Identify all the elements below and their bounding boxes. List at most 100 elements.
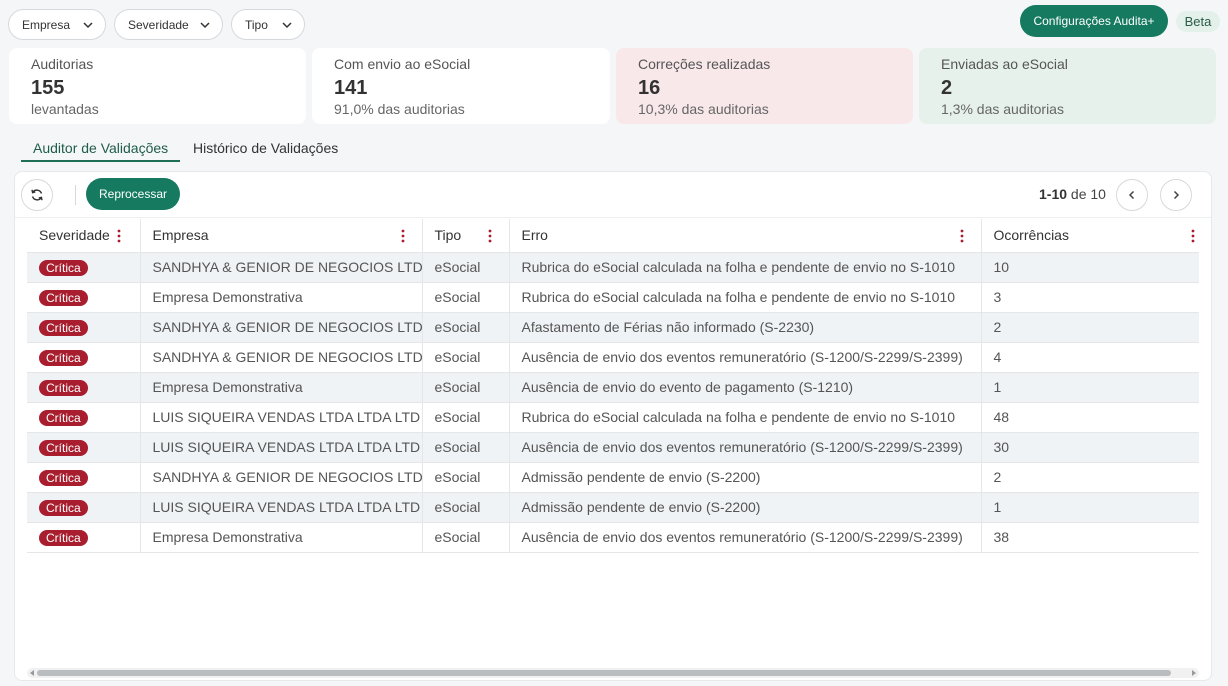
- cell-erro: Rubrica do eSocial calculada na folha e …: [509, 252, 982, 283]
- tab-historico-validacoes[interactable]: Histórico de Validações: [193, 140, 338, 162]
- table-row[interactable]: Crítica LUIS SIQUEIRA VENDAS LTDA LTDA LT…: [27, 432, 1199, 463]
- cell-tipo: eSocial: [422, 372, 510, 403]
- cell-ocorrencias: 2: [981, 312, 1199, 343]
- cell-tipo: eSocial: [422, 282, 510, 313]
- column-menu-icon[interactable]: [960, 229, 964, 243]
- page-range: 1-10: [1039, 186, 1068, 202]
- header-label: Ocorrências: [993, 227, 1069, 244]
- filter-tipo[interactable]: Tipo: [231, 9, 305, 40]
- column-menu-icon[interactable]: [117, 229, 121, 243]
- table-row[interactable]: Crítica Empresa Demonstrativa eSocial Ausên…: [27, 372, 1199, 403]
- beta-badge: Beta: [1176, 11, 1220, 32]
- severity-badge: Crítica: [39, 409, 88, 426]
- validations-table: Severidade Empresa Tipo Erro Ocorrências…: [27, 219, 1199, 553]
- cell-ocorrencias: 1: [981, 492, 1199, 523]
- card-sub: levantadas: [31, 101, 99, 117]
- cell-empresa: SANDHYA & GENIOR DE NEGOCIOS LTDA: [140, 312, 423, 343]
- refresh-button[interactable]: [21, 179, 53, 211]
- table-toolbar: Reprocessar 1-10 de 10: [15, 172, 1211, 218]
- severity-badge: Crítica: [39, 469, 88, 486]
- cell-erro: Ausência de envio dos eventos remunerató…: [509, 342, 982, 373]
- table-row[interactable]: Crítica SANDHYA & GENIOR DE NEGOCIOS LTDA…: [27, 342, 1199, 373]
- validations-panel: Reprocessar 1-10 de 10 Severidade Empres…: [14, 171, 1212, 681]
- prev-page-button[interactable]: [1116, 179, 1148, 211]
- column-menu-icon[interactable]: [1191, 229, 1195, 243]
- cell-empresa: SANDHYA & GENIOR DE NEGOCIOS LTDA: [140, 252, 423, 283]
- card-label: Com envio ao eSocial: [334, 56, 471, 72]
- cell-severidade: Crítica: [27, 342, 141, 373]
- severity-badge: Crítica: [39, 529, 88, 546]
- cell-tipo: eSocial: [422, 342, 510, 373]
- reprocess-button[interactable]: Reprocessar: [86, 178, 180, 210]
- card-correcoes: Correções realizadas 16 10,3% das audito…: [616, 48, 913, 124]
- table-row[interactable]: Crítica SANDHYA & GENIOR DE NEGOCIOS LTDA…: [27, 312, 1199, 343]
- card-sub: 1,3% das auditorias: [941, 101, 1064, 117]
- cell-empresa: Empresa Demonstrativa: [140, 522, 423, 553]
- chevron-left-icon: [1128, 190, 1135, 200]
- pagination-info: 1-10 de 10: [1039, 186, 1106, 202]
- header-label: Severidade: [39, 227, 110, 244]
- cell-ocorrencias: 1: [981, 372, 1199, 403]
- card-label: Correções realizadas: [638, 56, 771, 72]
- severity-badge: Crítica: [39, 379, 88, 396]
- card-sub: 10,3% das auditorias: [638, 101, 769, 117]
- chevron-down-icon: [83, 22, 93, 29]
- filter-severidade[interactable]: Severidade: [114, 9, 223, 40]
- chevron-right-icon: [1173, 190, 1180, 200]
- refresh-icon: [31, 189, 43, 201]
- top-bar: Empresa Severidade Tipo Configurações Au…: [8, 5, 1220, 41]
- cell-severidade: Crítica: [27, 402, 141, 433]
- cell-empresa: LUIS SIQUEIRA VENDAS LTDA LTDA LTD: [140, 432, 423, 463]
- horizontal-scrollbar[interactable]: [27, 668, 1199, 678]
- table-row[interactable]: Crítica Empresa Demonstrativa eSocial Ausên…: [27, 522, 1199, 553]
- column-menu-icon[interactable]: [401, 229, 405, 243]
- cell-tipo: eSocial: [422, 312, 510, 343]
- filter-empresa-label: Empresa: [22, 17, 71, 32]
- cell-erro: Admissão pendente de envio (S-2200): [509, 492, 982, 523]
- filter-empresa[interactable]: Empresa: [8, 9, 106, 40]
- cell-erro: Ausência de envio dos eventos remunerató…: [509, 522, 982, 553]
- severity-badge: Crítica: [39, 499, 88, 516]
- config-audita-button[interactable]: Configurações Audita+: [1020, 5, 1168, 37]
- cell-empresa: LUIS SIQUEIRA VENDAS LTDA LTDA LTD: [140, 402, 423, 433]
- header-severidade[interactable]: Severidade: [27, 219, 141, 253]
- table-row[interactable]: Crítica SANDHYA & GENIOR DE NEGOCIOS LTDA…: [27, 462, 1199, 493]
- next-page-button[interactable]: [1160, 179, 1192, 211]
- severity-badge: Crítica: [39, 259, 88, 276]
- cell-erro: Ausência de envio dos eventos remunerató…: [509, 432, 982, 463]
- scroll-left-icon[interactable]: [29, 670, 35, 676]
- header-tipo[interactable]: Tipo: [422, 219, 510, 253]
- table-row[interactable]: Crítica LUIS SIQUEIRA VENDAS LTDA LTDA LT…: [27, 402, 1199, 433]
- cell-erro: Rubrica do eSocial calculada na folha e …: [509, 282, 982, 313]
- column-menu-icon[interactable]: [488, 229, 492, 243]
- severity-badge: Crítica: [39, 289, 88, 306]
- card-sub: 91,0% das auditorias: [334, 101, 465, 117]
- scroll-thumb[interactable]: [37, 670, 1171, 676]
- cell-empresa: SANDHYA & GENIOR DE NEGOCIOS LTDA: [140, 462, 423, 493]
- card-value: 16: [638, 77, 661, 99]
- cell-ocorrencias: 30: [981, 432, 1199, 463]
- cell-ocorrencias: 10: [981, 252, 1199, 283]
- card-enviadas: Enviadas ao eSocial 2 1,3% das auditoria…: [919, 48, 1216, 124]
- cell-tipo: eSocial: [422, 252, 510, 283]
- header-ocorrencias[interactable]: Ocorrências: [981, 219, 1199, 253]
- filter-severidade-label: Severidade: [128, 17, 189, 32]
- cell-ocorrencias: 3: [981, 282, 1199, 313]
- cell-ocorrencias: 38: [981, 522, 1199, 553]
- table-row[interactable]: Crítica SANDHYA & GENIOR DE NEGOCIOS LTDA…: [27, 252, 1199, 283]
- header-empresa[interactable]: Empresa: [140, 219, 423, 253]
- header-label: Tipo: [434, 227, 462, 244]
- severity-badge: Crítica: [39, 319, 88, 336]
- cell-erro: Admissão pendente de envio (S-2200): [509, 462, 982, 493]
- cell-erro: Ausência de envio do evento de pagamento…: [509, 372, 982, 403]
- chevron-down-icon: [200, 22, 210, 29]
- toolbar-divider: [75, 185, 76, 205]
- table-row[interactable]: Crítica LUIS SIQUEIRA VENDAS LTDA LTDA LT…: [27, 492, 1199, 523]
- cell-severidade: Crítica: [27, 252, 141, 283]
- header-erro[interactable]: Erro: [509, 219, 982, 253]
- page-total: de 10: [1070, 186, 1106, 202]
- cell-tipo: eSocial: [422, 522, 510, 553]
- table-row[interactable]: Crítica Empresa Demonstrativa eSocial Rubri…: [27, 282, 1199, 313]
- tab-auditor-validacoes[interactable]: Auditor de Validações: [21, 140, 181, 162]
- scroll-right-icon[interactable]: [1191, 670, 1197, 676]
